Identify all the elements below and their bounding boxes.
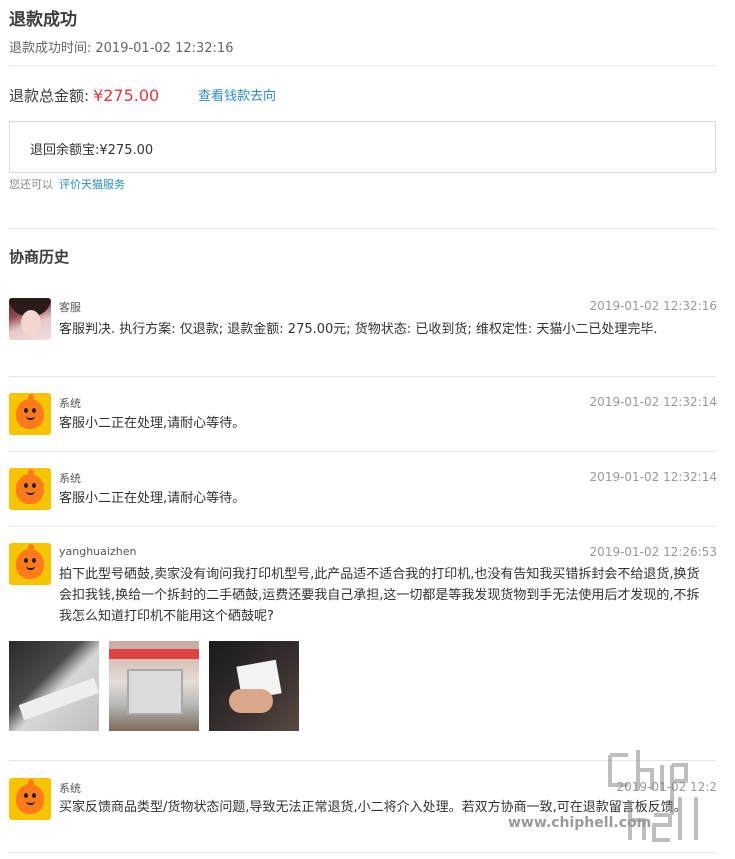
divider bbox=[9, 526, 716, 527]
attachment-thumbnail[interactable] bbox=[209, 641, 299, 731]
attachment-thumbnail[interactable] bbox=[109, 641, 199, 731]
robot-avatar-icon bbox=[9, 778, 51, 820]
review-prompt-label: 您还可以 bbox=[9, 178, 53, 191]
review-service-link[interactable]: 评价天猫服务 bbox=[59, 178, 125, 191]
entry-author: yanghuaizhen bbox=[59, 545, 137, 558]
refund-balance-box: 退回余额宝:¥275.00 bbox=[9, 121, 716, 173]
entry-message: 拍下此型号硒鼓,卖家没有询问我打印机型号,此产品适不适合我的打印机,也没有告知我… bbox=[59, 567, 700, 624]
divider bbox=[9, 376, 716, 377]
refund-time-value: 2019-01-02 12:32:16 bbox=[95, 41, 234, 56]
refund-time-label: 退款成功时间: bbox=[9, 41, 92, 56]
refund-total: 退款总金额: ¥275.00 bbox=[9, 85, 159, 106]
divider bbox=[9, 451, 716, 452]
robot-avatar-icon bbox=[9, 393, 51, 435]
attachment-thumbnail[interactable] bbox=[9, 641, 99, 731]
entry-message: 客服小二正在处理,请耐心等待。 bbox=[59, 491, 246, 506]
refund-total-amount: ¥275.00 bbox=[93, 86, 160, 105]
divider bbox=[9, 852, 716, 853]
refund-total-label: 退款总金额: bbox=[9, 87, 90, 105]
entry-author: 系统 bbox=[59, 782, 81, 795]
entry-message: 客服小二正在处理,请耐心等待。 bbox=[59, 416, 246, 431]
page-title: 退款成功 bbox=[9, 10, 77, 30]
divider bbox=[9, 228, 716, 229]
refund-balance-text: 退回余额宝:¥275.00 bbox=[30, 143, 154, 158]
entry-time: 2019-01-02 12:26:53 bbox=[589, 545, 717, 559]
robot-avatar-icon bbox=[9, 543, 51, 585]
history-title: 协商历史 bbox=[9, 248, 70, 266]
entry-time: 2019-01-02 12:32:14 bbox=[589, 395, 717, 409]
entry-time: 2019-01-02 12:32:14 bbox=[589, 470, 717, 484]
refund-time: 退款成功时间: 2019-01-02 12:32:16 bbox=[9, 37, 233, 56]
entry-author: 客服 bbox=[59, 301, 81, 314]
watermark-text: www.chiphell.com bbox=[508, 815, 652, 831]
entry-time: 2019-01-02 12:32:16 bbox=[589, 299, 717, 313]
entry-author: 系统 bbox=[59, 472, 81, 485]
robot-avatar-icon bbox=[9, 468, 51, 510]
divider bbox=[9, 65, 716, 66]
entry-author: 系统 bbox=[59, 397, 81, 410]
avatar bbox=[9, 298, 51, 340]
review-prompt: 您还可以 评价天猫服务 bbox=[9, 176, 125, 192]
view-money-link[interactable]: 查看钱款去向 bbox=[198, 85, 276, 104]
entry-message: 客服判决. 执行方案: 仅退款; 退款金额: 275.00元; 货物状态: 已收… bbox=[59, 322, 658, 337]
